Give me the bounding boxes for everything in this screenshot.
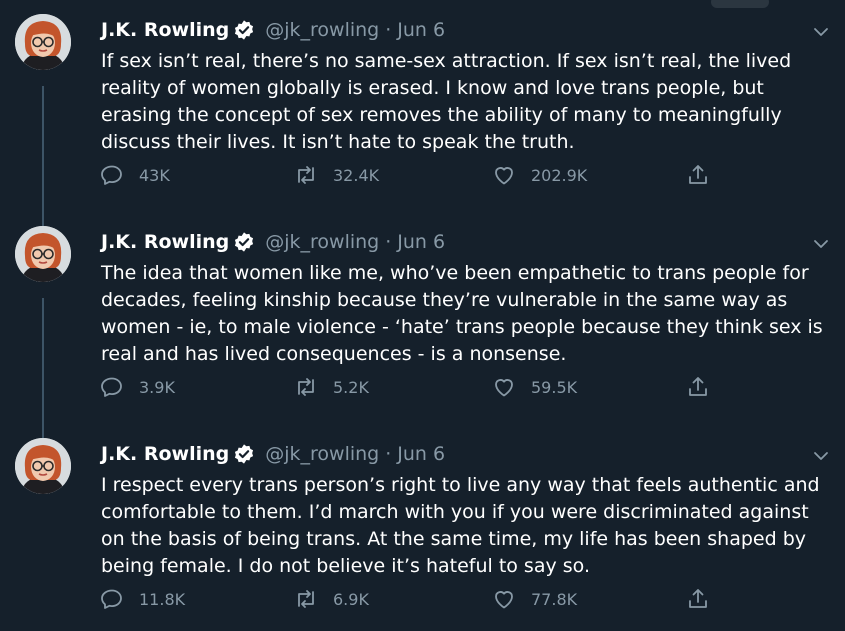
author-name[interactable]: J.K. Rowling (101, 16, 229, 44)
reply-button[interactable]: 43K (100, 162, 170, 188)
avatar[interactable] (15, 438, 71, 494)
tweet-header: J.K. Rowling @jk_rowling · Jun 6 (101, 228, 445, 256)
verified-icon (235, 20, 254, 40)
chevron-down-icon[interactable] (811, 446, 831, 466)
avatar[interactable] (15, 226, 71, 282)
reply-icon (101, 589, 122, 609)
retweet-button[interactable]: 32.4K (294, 162, 379, 188)
reply-count: 43K (139, 165, 170, 185)
avatar-image (15, 226, 71, 282)
retweet-count: 5.2K (333, 377, 369, 397)
tweet-date[interactable]: Jun 6 (397, 16, 445, 44)
like-count: 59.5K (531, 377, 578, 397)
like-button[interactable]: 202.9K (492, 162, 587, 188)
reply-button[interactable]: 11.8K (100, 586, 185, 612)
tweet-actions: 3.9K 5.2K 59.5K (100, 374, 820, 400)
author-name[interactable]: J.K. Rowling (101, 228, 229, 256)
like-count: 202.9K (531, 165, 588, 185)
reply-icon (101, 377, 122, 397)
retweet-icon (298, 166, 314, 184)
like-icon (495, 167, 513, 185)
retweet-button[interactable]: 5.2K (294, 374, 369, 400)
tweet-header: J.K. Rowling @jk_rowling · Jun 6 (101, 16, 445, 44)
avatar[interactable] (15, 14, 71, 70)
reply-count: 11.8K (139, 589, 186, 609)
tweet[interactable]: J.K. Rowling @jk_rowling · Jun 6 If sex … (0, 14, 845, 224)
separator: · (385, 19, 392, 41)
author-handle[interactable]: @jk_rowling (265, 16, 379, 44)
author-handle[interactable]: @jk_rowling (265, 440, 379, 468)
verified-icon (235, 232, 254, 252)
tweet-text: The idea that women like me, who’ve been… (101, 262, 823, 365)
author-name[interactable]: J.K. Rowling (101, 440, 229, 468)
tweet[interactable]: J.K. Rowling @jk_rowling · Jun 6 I respe… (0, 438, 845, 631)
like-count: 77.8K (531, 589, 578, 609)
avatar-image (15, 438, 71, 494)
share-button[interactable] (686, 162, 710, 188)
like-icon (495, 591, 513, 609)
chevron-down-icon[interactable] (811, 234, 831, 254)
like-button[interactable]: 59.5K (492, 374, 577, 400)
avatar-image (15, 14, 71, 70)
share-button[interactable] (686, 586, 710, 612)
tweet-actions: 43K 32.4K 202.9K (100, 162, 820, 188)
retweet-count: 6.9K (333, 589, 369, 609)
tweet-date[interactable]: Jun 6 (397, 440, 445, 468)
reply-button[interactable]: 3.9K (100, 374, 175, 400)
tweet-text: I respect every trans person’s right to … (101, 474, 820, 577)
reply-count: 3.9K (139, 377, 175, 397)
window-controls (711, 0, 769, 8)
separator: · (385, 231, 392, 253)
tweet-actions: 11.8K 6.9K 77.8K (100, 586, 820, 612)
chevron-down-icon[interactable] (811, 22, 831, 42)
tweet-text: If sex isn’t real, there’s no same-sex a… (101, 50, 792, 153)
reply-icon (101, 165, 122, 185)
timeline: J.K. Rowling @jk_rowling · Jun 6 If sex … (0, 0, 845, 631)
tweet-header: J.K. Rowling @jk_rowling · Jun 6 (101, 440, 445, 468)
verified-icon (235, 444, 254, 464)
retweet-icon (298, 378, 314, 396)
like-button[interactable]: 77.8K (492, 586, 577, 612)
share-button[interactable] (686, 374, 710, 400)
share-icon (689, 165, 707, 184)
separator: · (385, 443, 392, 465)
author-handle[interactable]: @jk_rowling (265, 228, 379, 256)
retweet-button[interactable]: 6.9K (294, 586, 369, 612)
retweet-icon (298, 590, 314, 608)
retweet-count: 32.4K (333, 165, 380, 185)
share-icon (689, 589, 707, 608)
like-icon (495, 379, 513, 397)
share-icon (689, 377, 707, 396)
tweet[interactable]: J.K. Rowling @jk_rowling · Jun 6 The ide… (0, 226, 845, 436)
tweet-date[interactable]: Jun 6 (397, 228, 445, 256)
